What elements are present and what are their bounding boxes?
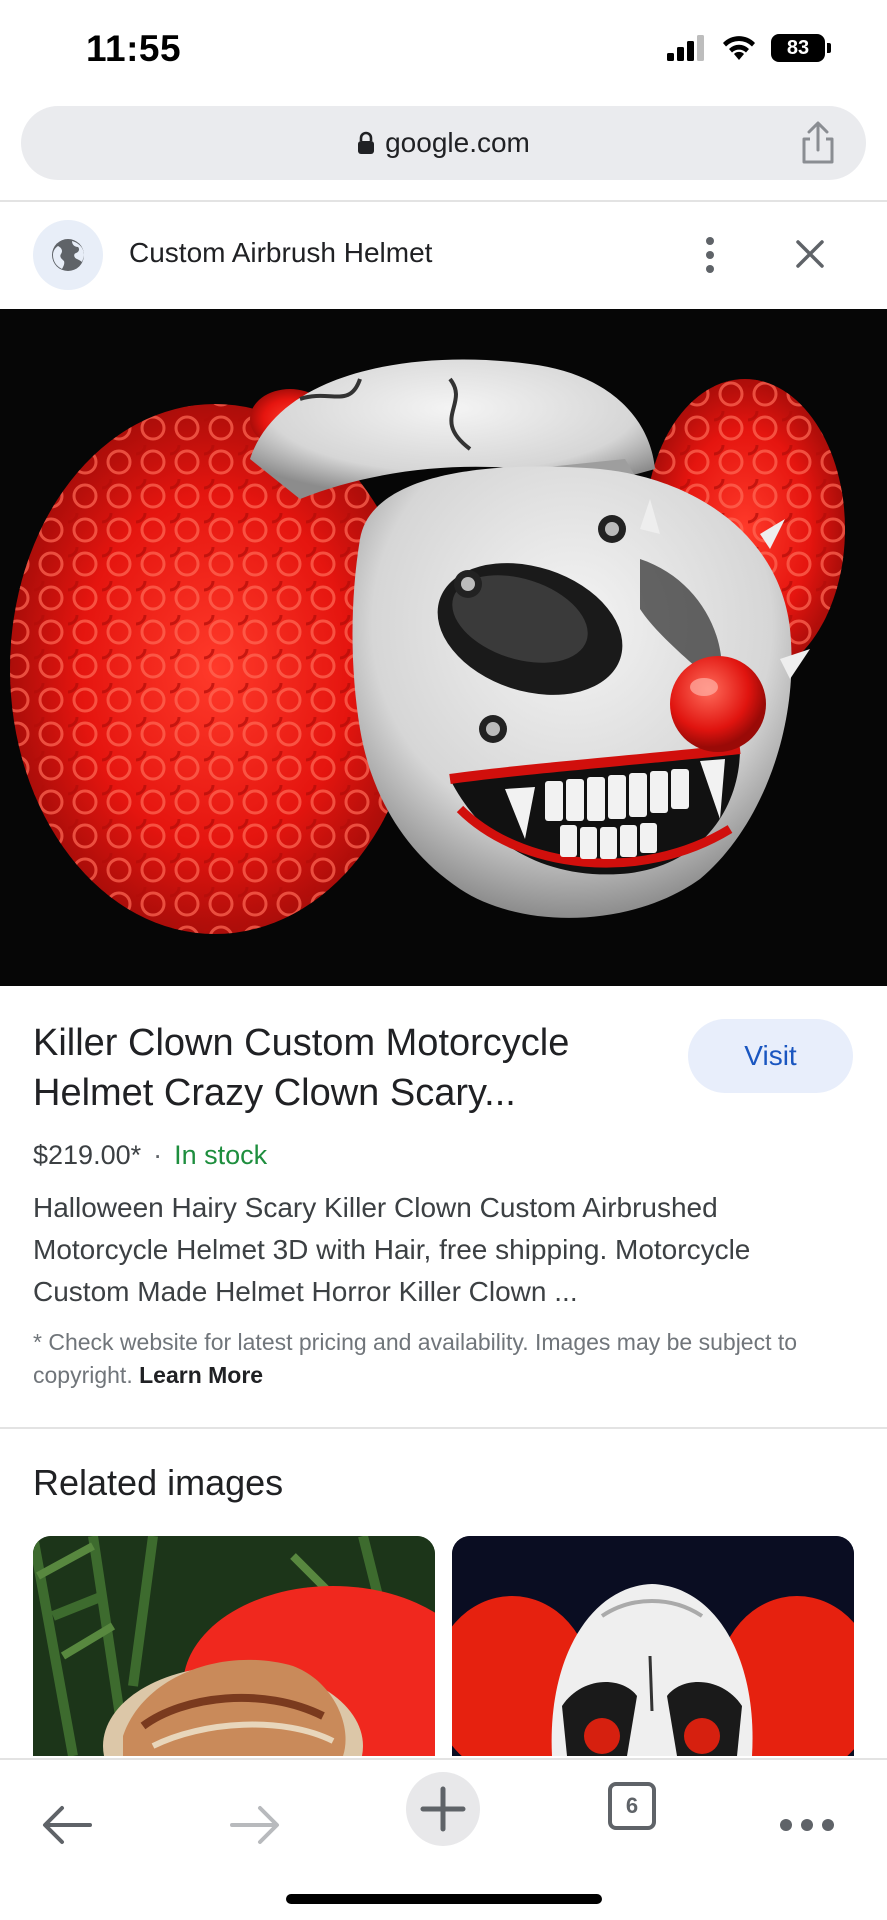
back-button[interactable] — [32, 1790, 102, 1860]
header-divider — [0, 200, 887, 202]
wifi-icon — [723, 36, 755, 60]
tab-switcher-button[interactable]: 6 — [608, 1782, 656, 1830]
more-horiz-icon — [780, 1819, 834, 1831]
status-bar: 11:55 83 — [0, 0, 887, 100]
stock-status: In stock — [174, 1140, 268, 1170]
signal-icon — [667, 35, 704, 61]
visit-button[interactable]: Visit — [688, 1019, 853, 1093]
share-button[interactable] — [796, 120, 840, 166]
section-divider — [0, 1427, 887, 1429]
plus-icon — [420, 1786, 466, 1832]
related-image-thumbnail[interactable] — [33, 1536, 435, 1756]
price-line: $219.00* · In stock — [33, 1140, 267, 1171]
globe-icon — [52, 239, 84, 271]
battery-icon: 83 — [771, 34, 831, 62]
battery-level: 83 — [771, 34, 825, 62]
back-arrow-icon — [43, 1806, 92, 1844]
related-clown-helmet-image — [452, 1536, 854, 1756]
close-icon — [796, 240, 824, 268]
status-icons: 83 — [667, 34, 831, 62]
related-clown-helmet-image — [33, 1536, 435, 1756]
product-description: Halloween Hairy Scary Killer Clown Custo… — [33, 1192, 751, 1307]
address-bar[interactable]: google.com — [21, 106, 866, 180]
site-favicon — [33, 220, 103, 290]
product-image[interactable] — [0, 309, 887, 986]
share-icon — [802, 121, 834, 164]
related-images-heading: Related images — [33, 1462, 284, 1503]
menu-button[interactable] — [772, 1790, 842, 1860]
status-time: 11:55 — [86, 28, 182, 69]
disclaimer: * Check website for latest pricing and a… — [33, 1326, 863, 1392]
lock-icon — [358, 131, 375, 154]
tab-count: 6 — [625, 1793, 639, 1818]
forward-arrow-icon — [230, 1806, 279, 1844]
learn-more-link[interactable]: Learn More — [139, 1362, 263, 1388]
site-title[interactable]: Custom Airbrush Helmet — [129, 237, 432, 269]
separator-dot: · — [153, 1140, 163, 1170]
more-options-button[interactable] — [694, 233, 726, 277]
price: $219.00* — [33, 1140, 142, 1170]
new-tab-button[interactable] — [406, 1772, 480, 1846]
product-title[interactable]: Killer Clown Custom Motorcycle Helmet Cr… — [33, 1018, 633, 1118]
clown-helmet-image — [0, 309, 887, 986]
close-button[interactable] — [790, 234, 830, 274]
home-indicator[interactable] — [286, 1894, 602, 1904]
related-image-thumbnail[interactable] — [452, 1536, 854, 1756]
result-header: Custom Airbrush Helmet — [0, 203, 887, 307]
address-domain: google.com — [385, 127, 530, 158]
more-vert-icon — [706, 237, 714, 245]
forward-button[interactable] — [220, 1790, 290, 1860]
